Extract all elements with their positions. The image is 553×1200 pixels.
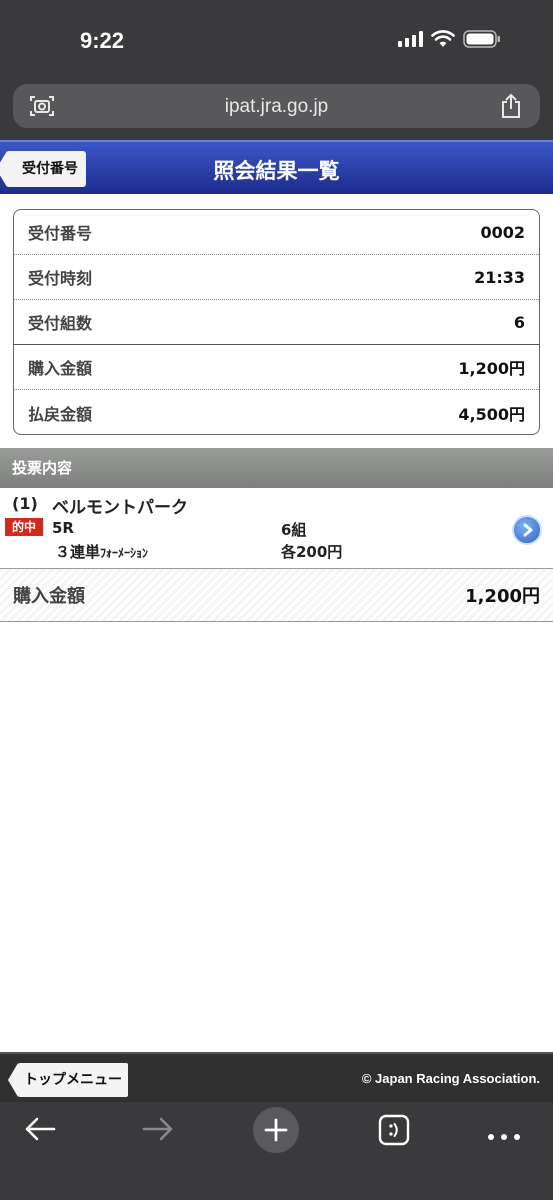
section-header-bet-details: 投票内容 [0,448,553,488]
plus-icon[interactable] [253,1107,299,1153]
page-title: 照会結果一覧 [213,159,340,183]
summary-value: 0002 [480,222,525,242]
arrow-right-icon[interactable] [142,1116,174,1146]
summary-value: 6 [513,312,525,332]
status-icons [398,30,501,48]
summary-row-bet-count: 受付組数 6 [14,300,539,345]
url-text[interactable]: ipat.jra.go.jp [13,96,540,118]
bet-type-sub: ﾌｫｰﾒｰｼｮﾝ [100,546,149,560]
more-icon[interactable] [487,1126,521,1145]
share-icon[interactable] [500,93,522,123]
bet-unit-amount: 各200円 [281,543,343,561]
cellular-signal-icon [398,31,423,47]
total-purchase-row: 購入金額 1,200円 [0,569,553,622]
page-header: 受付番号 照会結果一覧 [0,140,553,194]
bet-type-main: ３連単 [55,543,101,561]
summary-value: 4,500円 [458,404,525,424]
summary-label: 購入金額 [28,359,93,378]
status-time: 9:22 [80,28,125,53]
summary-row-payout-amount: 払戻金額 4,500円 [14,390,539,435]
browser-toolbar [0,1102,553,1200]
bet-list-item[interactable]: (1) ベルモントパーク 的中 5R 6組 ３連単ﾌｫｰﾒｰｼｮﾝ 各200円 [0,488,553,569]
total-label: 購入金額 [13,586,85,607]
summary-value: 21:33 [474,267,525,287]
copyright-text: © Japan Racing Association. [361,1071,540,1086]
chevron-right-icon[interactable] [512,515,542,545]
bet-index: (1) [12,494,38,513]
browser-address-area: ipat.jra.go.jp [0,80,553,140]
arrow-left-icon[interactable] [24,1116,56,1146]
status-bar: 9:22 [0,0,553,80]
tabs-icon[interactable] [378,1114,410,1150]
total-value: 1,200円 [465,586,540,607]
summary-row-purchase-amount: 購入金額 1,200円 [14,345,539,390]
bet-combination-count: 6組 [281,521,307,539]
page-footer: トップメニュー © Japan Racing Association. [0,1052,553,1102]
summary-panel: 受付番号 0002 受付時刻 21:33 受付組数 6 購入金額 1,200円 … [13,209,540,435]
summary-row-receipt-time: 受付時刻 21:33 [14,255,539,300]
bet-venue: ベルモントパーク [52,498,188,518]
summary-label: 払戻金額 [28,404,93,424]
battery-icon [463,30,501,48]
top-menu-button[interactable]: トップメニュー [8,1063,128,1097]
summary-row-receipt-number: 受付番号 0002 [14,210,539,255]
address-bar[interactable]: ipat.jra.go.jp [13,84,540,128]
summary-value: 1,200円 [458,359,525,378]
bet-type: ３連単ﾌｫｰﾒｰｼｮﾝ [55,541,148,562]
summary-label: 受付組数 [28,314,93,333]
summary-label: 受付時刻 [28,269,93,288]
wifi-icon [431,30,455,48]
summary-label: 受付番号 [28,224,93,243]
bet-race: 5R [52,519,74,537]
hit-badge: 的中 [5,518,43,536]
